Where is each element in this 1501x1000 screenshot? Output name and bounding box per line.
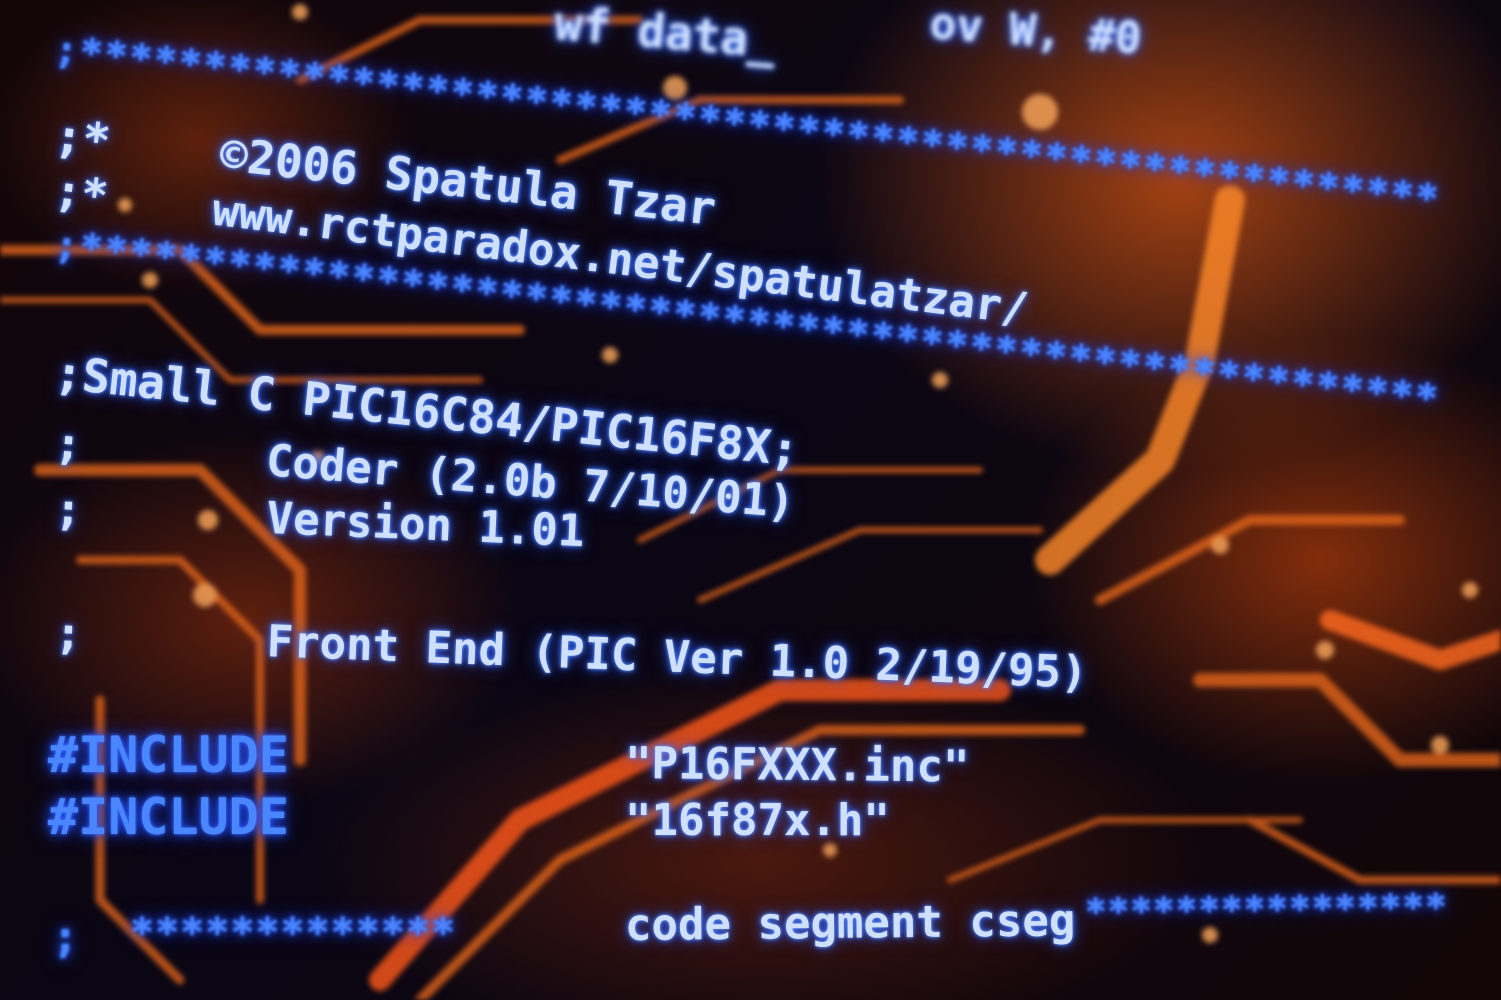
- include-file-2: "16f87x.h": [625, 795, 890, 846]
- segment-stars-right: ****************: [1084, 886, 1449, 933]
- include-file-1: "P16FXXX.inc": [624, 738, 970, 793]
- include-keyword-2: #INCLUDE: [48, 788, 289, 846]
- code-line-top-fragment: wf data_: [552, 0, 779, 69]
- segment-stars-left: *************: [130, 910, 457, 956]
- front-end-line: ; Front End (PIC Ver 1.0 2/19/95): [54, 608, 1089, 699]
- include-keyword-1: #INCLUDE: [48, 726, 289, 784]
- segment-prefix: ;: [52, 912, 79, 963]
- scene-photo: wf data_ ov W, #0 ;*********************…: [0, 0, 1501, 1000]
- code-overlay: wf data_ ov W, #0 ;*********************…: [0, 0, 1501, 1000]
- code-line-top-right-fragment: ov W, #0: [928, 0, 1144, 65]
- segment-label: code segment cseg: [624, 895, 1076, 951]
